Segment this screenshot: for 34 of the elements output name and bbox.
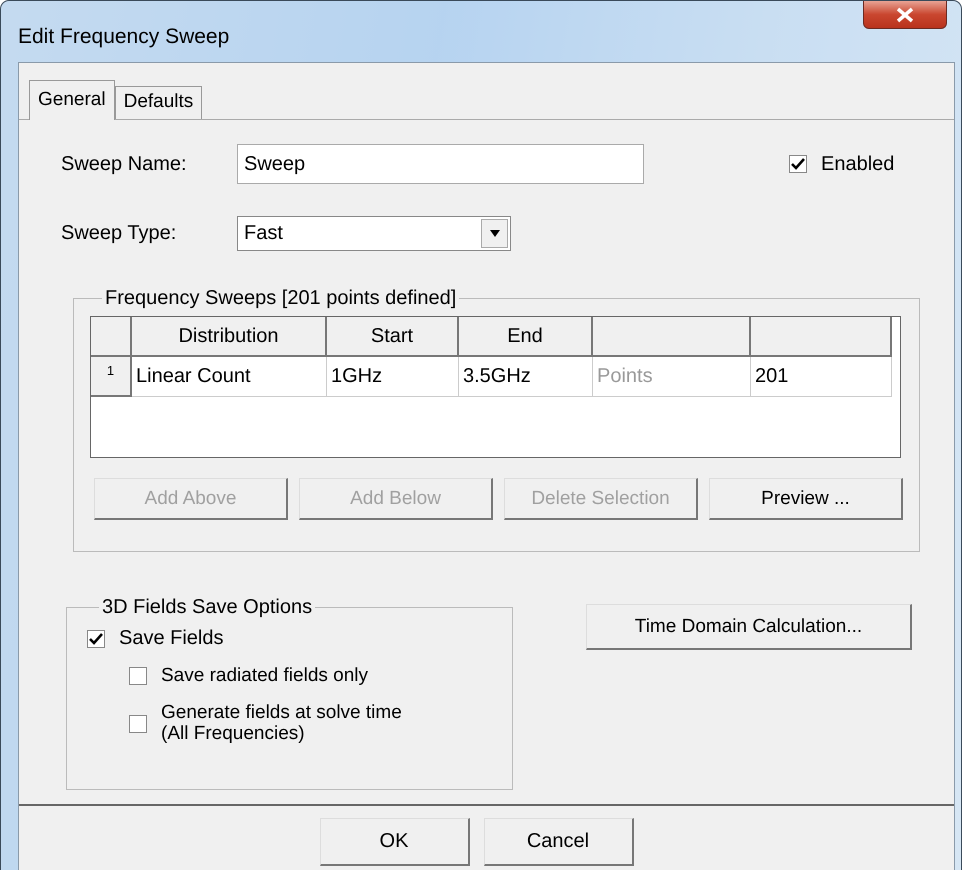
table-cell: 1GHz (327, 357, 459, 397)
checkbox[interactable] (87, 630, 105, 648)
window-title: Edit Frequency Sweep (18, 25, 230, 49)
checkbox[interactable] (789, 155, 807, 173)
close-icon (895, 6, 915, 22)
column-header: Start (327, 317, 459, 357)
table-cell: Linear Count (132, 357, 327, 397)
caret-icon (488, 230, 502, 238)
checkbox[interactable] (129, 667, 147, 686)
time-domain-button[interactable]: Time Domain Calculation... (586, 604, 912, 650)
close-button[interactable] (863, 1, 947, 29)
dialog-button[interactable]: OK (320, 818, 470, 866)
group-title: Frequency Sweeps [201 points defined] (104, 287, 458, 310)
dialog-button[interactable]: Cancel (484, 818, 634, 866)
table-cell: 3.5GHz (459, 357, 593, 397)
push-button[interactable]: Preview ... (709, 478, 903, 520)
field-label: Sweep Type: (61, 222, 178, 245)
field-label: Sweep Name: (61, 152, 188, 176)
input-field[interactable]: Sweep (237, 144, 644, 184)
checkbox[interactable] (129, 714, 147, 733)
group-title: 3D Fields Save Options (101, 596, 314, 619)
checkbox-label: Save radiated fields only (161, 666, 368, 687)
column-header: End (459, 317, 593, 357)
tab[interactable]: General (29, 80, 115, 120)
row-number: 1 (91, 357, 132, 397)
dropdown[interactable]: Fast (237, 216, 511, 251)
table-cell: 201 (751, 357, 892, 397)
column-header (91, 317, 132, 357)
checkbox-label: Save Fields (119, 627, 224, 650)
checkbox-label: Enabled (821, 152, 894, 176)
checkbox-label: Generate fields at solve time (All Frequencies) (161, 702, 402, 745)
column-header: Distribution (132, 317, 327, 357)
tab[interactable]: Defaults (114, 86, 202, 120)
table-cell: Points (593, 357, 751, 397)
